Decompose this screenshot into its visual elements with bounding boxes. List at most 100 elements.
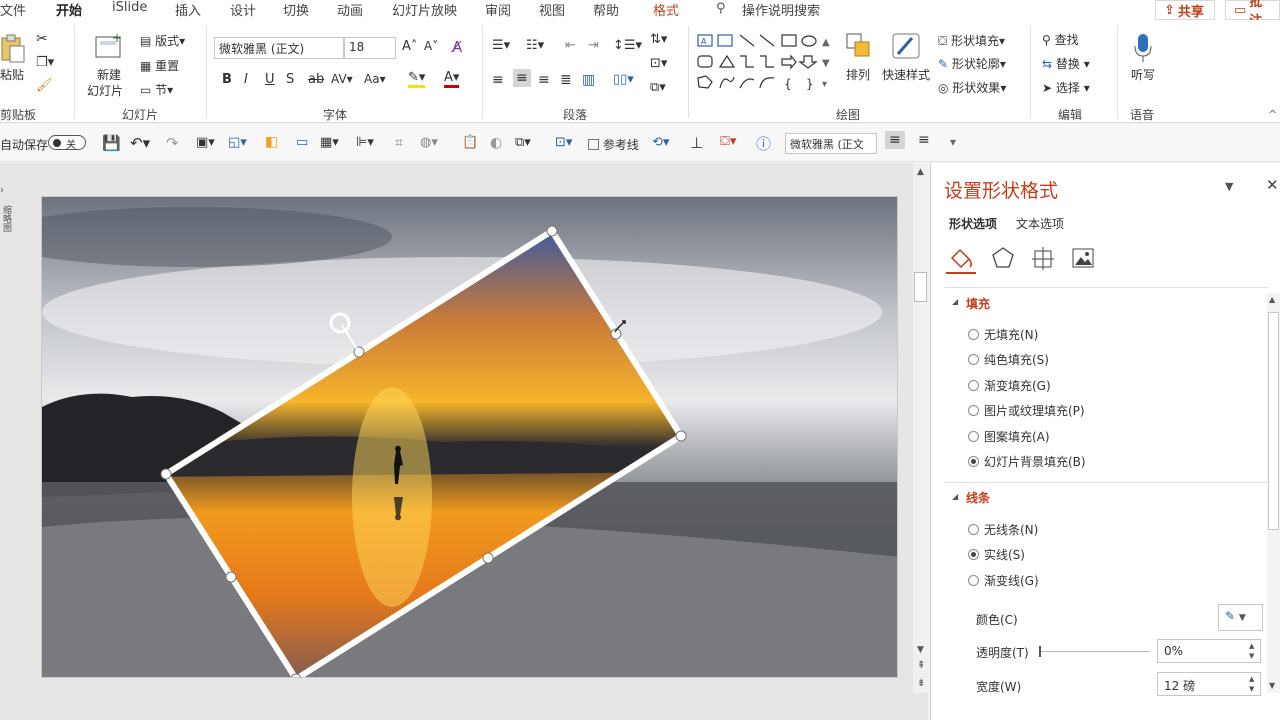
strikethrough-icon[interactable]: ab	[308, 72, 324, 87]
arrange-icon[interactable]	[845, 32, 873, 62]
fill-color-qat-icon[interactable]: ⛋▾	[720, 134, 736, 149]
option-picture-fill[interactable]: 图片或纹理填充(P)	[984, 402, 1085, 419]
numbering-icon[interactable]: ☷▾	[526, 38, 544, 53]
pane-scroll-up-icon[interactable]: ▲	[1269, 295, 1275, 304]
align-text-icon[interactable]: ⊡▾	[650, 56, 667, 71]
tab-slideshow[interactable]: 幻灯片放映	[392, 0, 457, 19]
select-button[interactable]: ➤ 选择 ▾	[1042, 79, 1090, 96]
shadow-icon[interactable]: S	[286, 72, 294, 87]
replace-button[interactable]: ⇆ 替换 ▾	[1042, 55, 1090, 72]
tab-insert[interactable]: 插入	[175, 0, 201, 19]
text-fit-icon[interactable]: ⊡▾	[555, 135, 572, 150]
font-size-combo[interactable]: 18	[344, 37, 396, 59]
save-icon[interactable]: 💾	[102, 134, 121, 152]
format-painter-icon[interactable]: 🖌	[36, 78, 53, 93]
new-slide-label[interactable]: 新建	[97, 66, 121, 83]
shape-outline-button[interactable]: ✎ 形状轮廓▾	[938, 55, 1006, 72]
tab-transitions[interactable]: 切换	[283, 0, 309, 19]
smartart-icon[interactable]: ⧉▾	[650, 80, 666, 95]
shape-fill-button[interactable]: ⛋ 形状填充▾	[938, 32, 1005, 49]
distributed-icon[interactable]: ▥	[582, 72, 595, 88]
collapse-ribbon-icon[interactable]: ^	[1268, 108, 1277, 121]
crop-icon[interactable]: ⌗	[395, 135, 403, 151]
scroll-down-icon[interactable]: ▼	[917, 645, 924, 655]
copy-icon[interactable]: ❐▾	[36, 55, 54, 70]
tell-me-search[interactable]: 操作说明搜索	[742, 0, 820, 19]
char-spacing-icon[interactable]: AV▾	[331, 72, 353, 86]
tab-review[interactable]: 审阅	[485, 0, 511, 19]
line-spacing-icon[interactable]: ↕☰▾	[613, 38, 642, 53]
align-qat-icon[interactable]: ⊫▾	[356, 135, 374, 150]
autosave-toggle[interactable]: 关	[48, 135, 86, 151]
pane-options-icon[interactable]: ▼	[1225, 180, 1233, 193]
collapse-thumbnails-icon[interactable]: ›	[0, 185, 4, 196]
option-solid-fill[interactable]: 纯色填充(S)	[984, 351, 1049, 368]
radio-pattern-fill[interactable]	[968, 431, 979, 442]
text-direction-icon[interactable]: ⇅▾	[650, 32, 667, 47]
radio-no-fill[interactable]	[968, 329, 979, 340]
textbox-qat-icon[interactable]: ▭	[296, 135, 308, 150]
size-properties-icon[interactable]	[1030, 244, 1056, 272]
tab-design[interactable]: 设计	[230, 0, 256, 19]
tab-shape-options[interactable]: 形状选项	[949, 215, 997, 232]
radio-slide-background-fill[interactable]	[968, 456, 979, 467]
grow-font-icon[interactable]: A˄	[402, 39, 417, 54]
lightbulb-search-icon[interactable]: ⚲	[716, 1, 726, 16]
align-left-icon[interactable]: ≡	[492, 72, 504, 88]
dictate-button[interactable]: 听写	[1131, 66, 1155, 83]
line-color-picker[interactable]: ✎ ▼	[1218, 604, 1263, 631]
table-qat-icon[interactable]: ▦▾	[320, 135, 339, 150]
reset-button[interactable]: ▦ 重置	[140, 57, 179, 74]
picture-icon[interactable]	[1070, 244, 1096, 272]
clear-formatting-icon[interactable]: A̸	[452, 38, 462, 56]
redo-icon[interactable]: ↷	[166, 134, 179, 152]
shape-effects-button[interactable]: ◎ 形状效果▾	[938, 79, 1006, 96]
tab-help[interactable]: 帮助	[593, 0, 619, 19]
increase-indent-icon[interactable]: ⇥	[588, 38, 599, 53]
transparency-slider[interactable]	[1040, 651, 1150, 652]
fill-line-icon[interactable]	[946, 244, 976, 274]
section-button[interactable]: ▭ 节▾	[140, 81, 173, 98]
close-pane-icon[interactable]: ✕	[1266, 176, 1279, 194]
option-gradient-line[interactable]: 渐变线(G)	[984, 572, 1039, 589]
transparency-slider-handle[interactable]	[1039, 646, 1041, 657]
slide[interactable]	[41, 196, 898, 678]
shrink-font-icon[interactable]: A˅	[424, 39, 438, 53]
help-icon[interactable]: ⓘ	[756, 133, 771, 154]
shape-fill-qat-icon[interactable]: ◧	[265, 134, 278, 150]
cut-icon[interactable]: ✂	[36, 31, 48, 47]
tab-file[interactable]: 文件	[0, 0, 26, 19]
tab-animations[interactable]: 动画	[337, 0, 363, 19]
merge-shapes-icon[interactable]: ◍▾	[420, 135, 438, 150]
align-right-icon[interactable]: ≡	[538, 72, 550, 88]
option-no-fill[interactable]: 无填充(N)	[984, 326, 1038, 343]
font-color-icon[interactable]: A▾	[444, 70, 460, 88]
shapes-qat-icon[interactable]: ◱▾	[228, 135, 247, 150]
option-gradient-fill[interactable]: 渐变填充(G)	[984, 377, 1051, 394]
option-solid-line[interactable]: 实线(S)	[984, 546, 1025, 563]
layout-button[interactable]: ▤ 版式▾	[140, 32, 185, 49]
option-pattern-fill[interactable]: 图案填充(A)	[984, 428, 1050, 445]
find-button[interactable]: ⚲ 查找	[1042, 31, 1079, 48]
new-slide-icon[interactable]: +	[94, 32, 124, 62]
justify-icon[interactable]: ≣	[560, 72, 572, 88]
decrease-indent-icon[interactable]: ⇤	[565, 38, 576, 53]
italic-icon[interactable]: I	[244, 72, 248, 87]
radio-no-line[interactable]	[968, 524, 979, 535]
group-qat-icon[interactable]: ⧉▾	[515, 135, 531, 150]
prev-slide-icon[interactable]: ⇞	[917, 660, 925, 671]
tab-format[interactable]: 格式	[653, 0, 679, 19]
vertical-scrollbar[interactable]	[913, 163, 928, 693]
quick-styles-icon[interactable]	[890, 32, 922, 62]
radio-solid-line[interactable]	[968, 549, 979, 560]
align-center-qat-icon[interactable]: ≡	[885, 131, 905, 149]
microphone-icon[interactable]	[1130, 32, 1156, 64]
tab-home[interactable]: 开始	[56, 0, 83, 22]
clipboard-qat-icon[interactable]: 📋	[462, 135, 478, 150]
change-case-icon[interactable]: Aa▾	[364, 72, 386, 86]
height-qat-icon[interactable]: ⊥	[690, 134, 703, 152]
arrange-button[interactable]: 排列	[846, 66, 870, 83]
option-slide-background-fill[interactable]: 幻灯片背景填充(B)	[984, 453, 1086, 470]
width-input[interactable]: 12 磅	[1157, 672, 1261, 696]
pane-scroll-down-icon[interactable]: ▼	[1269, 681, 1275, 690]
